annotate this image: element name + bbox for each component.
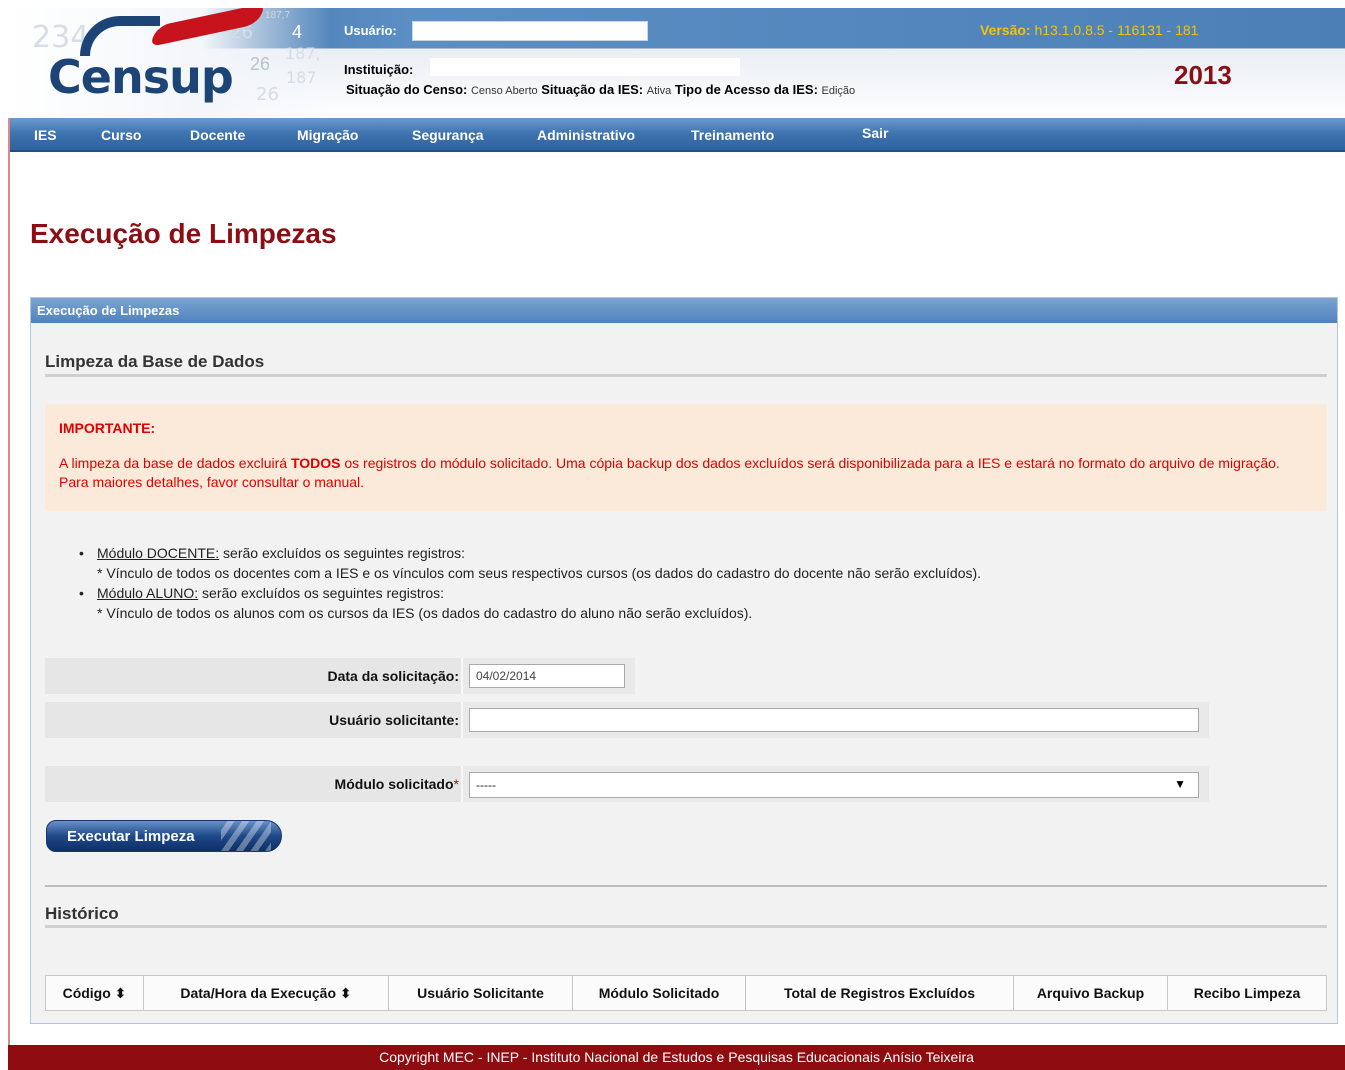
- panel-header: Execução de Limpezas: [31, 298, 1337, 323]
- modulo-solicitado-cell: ----- ▼: [461, 766, 1209, 802]
- logo-digit: 187: [286, 68, 317, 87]
- census-status-line: Situação do Censo: Censo Aberto Situação…: [346, 82, 855, 97]
- list-item: Módulo DOCENTE: serão excluídos os segui…: [79, 543, 1291, 583]
- logo-superscript: 26: [250, 54, 271, 74]
- column-header-data-hora[interactable]: Data/Hora da Execução ⬍: [144, 976, 389, 1010]
- historico-divider: [45, 925, 1327, 928]
- historico-table-header: Código ⬍ Data/Hora da Execução ⬍ Usuário…: [45, 975, 1327, 1011]
- logo-brand-text: Censup: [48, 50, 234, 104]
- usuario-solicitante-cell: [461, 702, 1209, 738]
- form-row-data: Data da solicitação: 04/02/2014: [45, 658, 635, 694]
- data-solicitacao-label: Data da solicitação:: [327, 668, 460, 684]
- cleanup-panel: Execução de Limpezas Limpeza da Base de …: [30, 297, 1338, 1024]
- module-docente-label: Módulo DOCENTE:: [97, 545, 220, 561]
- logo-digit: 26: [256, 84, 279, 105]
- data-solicitacao-field[interactable]: 04/02/2014: [469, 664, 625, 688]
- modulo-solicitado-label: Módulo solicitado: [334, 776, 454, 792]
- execute-cleanup-button[interactable]: Executar Limpeza: [46, 820, 282, 852]
- logo-digit: 187,: [285, 44, 321, 63]
- modulo-solicitado-label-cell: Módulo solicitado*: [45, 766, 459, 802]
- nav-item-migracao[interactable]: Migração: [297, 127, 358, 143]
- usuario-value: [412, 21, 648, 41]
- situacao-censo-label: Situação do Censo:: [346, 82, 468, 97]
- module-aluno-intro: serão excluídos os seguintes registros:: [198, 585, 445, 601]
- section-title-limpeza: Limpeza da Base de Dados: [45, 352, 265, 371]
- usuario-solicitante-label: Usuário solicitante:: [329, 712, 459, 728]
- form-row-usuario: Usuário solicitante:: [45, 702, 1209, 738]
- instituicao-label: Instituição:: [344, 62, 414, 77]
- modulo-selected-value: -----: [476, 778, 496, 792]
- important-notice: IMPORTANTE: A limpeza da base de dados e…: [45, 404, 1327, 511]
- column-header-codigo[interactable]: Código ⬍: [46, 976, 144, 1010]
- census-year: 2013: [1174, 60, 1232, 90]
- nav-item-sair[interactable]: Sair: [862, 125, 888, 141]
- required-marker: *: [453, 776, 459, 792]
- chevron-down-icon: ▼: [1174, 777, 1186, 791]
- nav-item-seguranca[interactable]: Segurança: [412, 127, 484, 143]
- column-header-arquivo-backup: Arquivo Backup: [1014, 976, 1168, 1010]
- section-title-historico: Histórico: [45, 904, 119, 923]
- usuario-label: Usuário:: [344, 23, 397, 38]
- section-divider: [45, 374, 1327, 377]
- modulo-solicitado-select[interactable]: ----- ▼: [469, 772, 1199, 798]
- module-docente-intro: serão excluídos os seguintes registros:: [219, 545, 466, 561]
- form-row-modulo: Módulo solicitado* ----- ▼: [45, 766, 1209, 802]
- nav-item-docente[interactable]: Docente: [190, 127, 245, 143]
- important-text-bold: TODOS: [290, 455, 341, 471]
- data-solicitacao-cell: 04/02/2014: [461, 658, 635, 694]
- nav-item-curso[interactable]: Curso: [101, 127, 141, 143]
- logo-digit: 187,7: [265, 10, 291, 21]
- situacao-ies-value: Ativa: [646, 85, 672, 97]
- nav-item-administrativo[interactable]: Administrativo: [537, 127, 635, 143]
- main-nav: IES Curso Docente Migração Segurança Adm…: [10, 118, 1345, 152]
- version-info: Versão: h13.1.0.8.5 - 116131 - 181: [980, 22, 1198, 38]
- censup-logo: 234 187,7 4 187, 26 187 26 Censup 26: [10, 8, 330, 120]
- version-value: h13.1.0.8.5 - 116131 - 181: [1034, 22, 1199, 38]
- module-aluno-detail: * Vínculo de todos os alunos com os curs…: [97, 605, 753, 621]
- tipo-acesso-value: Edição: [821, 85, 856, 97]
- column-header-usuario: Usuário Solicitante: [389, 976, 573, 1010]
- nav-item-ies[interactable]: IES: [34, 127, 57, 143]
- list-item: Módulo ALUNO: serão excluídos os seguint…: [79, 583, 1291, 623]
- module-aluno-label: Módulo ALUNO:: [97, 585, 199, 601]
- column-header-modulo: Módulo Solicitado: [573, 976, 746, 1010]
- tipo-acesso-label: Tipo de Acesso da IES:: [674, 82, 818, 97]
- nav-item-treinamento[interactable]: Treinamento: [691, 127, 774, 143]
- important-text-before: A limpeza da base de dados excluirá: [59, 455, 291, 471]
- page-footer: Copyright MEC - INEP - Instituto Naciona…: [8, 1045, 1345, 1070]
- instituicao-value: [430, 58, 740, 76]
- important-title: IMPORTANTE:: [59, 420, 156, 436]
- button-stripes-decoration: [221, 821, 271, 851]
- page-left-border: [8, 118, 10, 1048]
- app-header: 234 187,7 4 187, 26 187 26 Censup 26 Usu…: [0, 0, 1345, 120]
- module-bullet-list: Módulo DOCENTE: serão excluídos os segui…: [79, 543, 1291, 623]
- column-header-total-registros: Total de Registros Excluídos: [746, 976, 1014, 1010]
- page-title: Execução de Limpezas: [30, 218, 337, 249]
- version-label: Versão:: [980, 22, 1031, 38]
- column-header-recibo-limpeza: Recibo Limpeza: [1193, 985, 1301, 1001]
- situacao-ies-label: Situação da IES:: [541, 82, 644, 97]
- historico-top-divider: [45, 885, 1327, 887]
- logo-digit: 4: [292, 22, 303, 42]
- execute-cleanup-label: Executar Limpeza: [67, 828, 195, 845]
- module-docente-detail: * Vínculo de todos os docentes com a IES…: [97, 565, 982, 581]
- situacao-censo-value: Censo Aberto: [470, 85, 538, 97]
- usuario-solicitante-field[interactable]: [469, 708, 1199, 732]
